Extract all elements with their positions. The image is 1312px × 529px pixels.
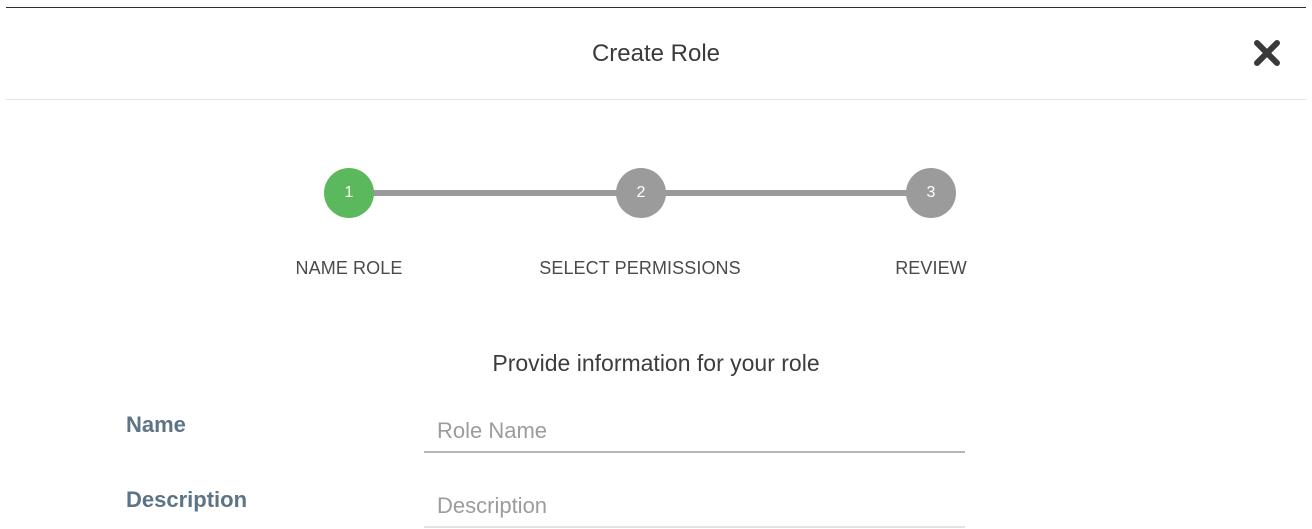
create-role-dialog: Create Role 1 2 3 NAME ROLE SELECT PERMI… (0, 0, 1312, 529)
step-3-indicator[interactable]: 3 (906, 168, 956, 218)
description-input[interactable] (424, 486, 965, 528)
role-name-input[interactable] (424, 411, 965, 453)
step-3-label: REVIEW (895, 258, 967, 278)
close-icon[interactable] (1252, 38, 1282, 68)
form-subtitle: Provide information for your role (492, 350, 820, 376)
step-connector-1-2 (372, 190, 618, 196)
step-2-label: SELECT PERMISSIONS (539, 258, 741, 278)
step-1-label: NAME ROLE (295, 258, 403, 278)
step-progress: 1 2 3 NAME ROLE SELECT PERMISSIONS REVIE… (0, 160, 1312, 290)
description-label: Description (126, 487, 248, 512)
dialog-title: Create Role (591, 40, 721, 67)
step-1-indicator[interactable]: 1 (324, 168, 374, 218)
step-connector-2-3 (664, 190, 908, 196)
name-label: Name (126, 412, 186, 437)
step-2-indicator[interactable]: 2 (616, 168, 666, 218)
dialog-header: Create Role (6, 8, 1306, 100)
